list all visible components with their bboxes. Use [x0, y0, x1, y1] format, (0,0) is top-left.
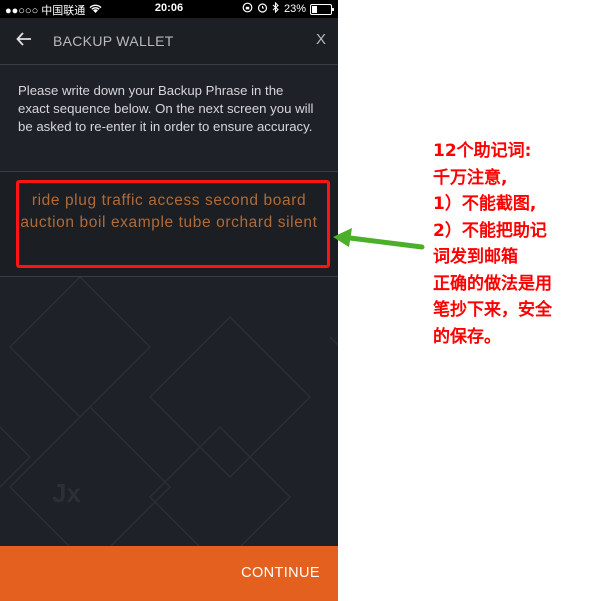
close-button[interactable]: X: [316, 31, 326, 48]
annotation-line: 千万注意,: [433, 167, 508, 188]
alarm-icon: [257, 2, 268, 16]
orientation-lock-icon: [242, 2, 253, 16]
divider: [0, 64, 338, 65]
annotation-line: 1）不能截图,: [433, 194, 537, 214]
annotation-line: 的保存。: [433, 326, 501, 347]
header-bar: BACKUP WALLET X: [0, 18, 338, 64]
continue-button[interactable]: CONTINUE: [0, 546, 338, 601]
annotation-note: 12个助记词: 千万注意, 1）不能截图, 2）不能把助记 词发到邮箱 正确的做…: [433, 138, 605, 350]
background-pattern: [0, 277, 338, 547]
arrow-left-icon[interactable]: [16, 29, 38, 51]
highlight-frame: [16, 180, 330, 268]
annotation-line: 正确的做法是用: [433, 273, 552, 294]
app-logo: Jx: [52, 478, 81, 508]
green-arrow-icon: [333, 228, 425, 250]
battery-icon: [310, 3, 334, 15]
annotation-line: 笔抄下来，安全: [433, 300, 552, 320]
page-title: BACKUP WALLET: [53, 33, 174, 49]
instructions-text: Please write down your Backup Phrase in …: [18, 83, 314, 134]
annotation-line: 词发到邮箱: [433, 247, 518, 267]
continue-label: CONTINUE: [241, 565, 320, 581]
annotation-line: 12个助记词:: [433, 141, 532, 161]
bluetooth-icon: [272, 1, 280, 16]
phone-screen: ●●○○○ 中国联通 20:06 23% BACKUP WALLET X Ple…: [0, 0, 338, 601]
annotation-line: 2）不能把助记: [433, 220, 547, 241]
status-bar: ●●○○○ 中国联通 20:06 23%: [0, 0, 338, 18]
battery-percent: 23%: [283, 3, 306, 15]
